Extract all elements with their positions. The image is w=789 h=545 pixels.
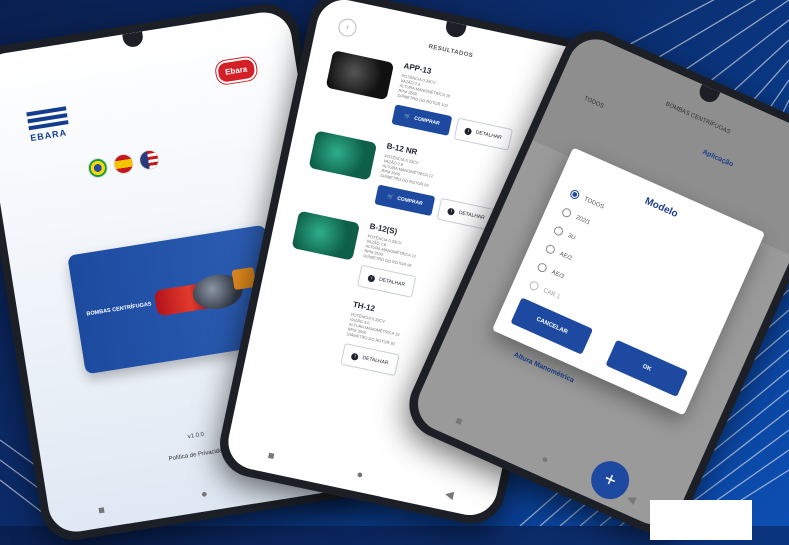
product-specs: POTÊNCIA 0.33CV VAZÃO 2.8 ALTURA MANOMÉTR… [362, 233, 417, 269]
model-option[interactable]: AE/3 [536, 261, 565, 282]
back-icon[interactable]: ◀ [625, 491, 638, 506]
product-image [325, 50, 395, 101]
recent-apps-icon[interactable]: ■ [97, 504, 105, 517]
ok-button[interactable]: OK [605, 339, 689, 397]
brazil-flag-icon[interactable] [86, 156, 110, 180]
product-specs: POTÊNCIA 0.33CV VAZÃO 2.8 ALTURA MANOMÉTR… [380, 153, 434, 188]
camera-notch [444, 21, 467, 40]
radio-selected-icon [568, 188, 581, 201]
spain-flag-icon[interactable] [112, 152, 135, 176]
buy-button[interactable]: 🛒 COMPRAR [391, 104, 453, 136]
buy-button[interactable]: 🛒 COMPRAR [374, 184, 436, 217]
info-icon: i [351, 352, 360, 361]
radio-icon [528, 279, 541, 292]
product-specs: POTÊNCIA 0.33CV VAZÃO 2.5 ALTURA MANOMÉTR… [397, 72, 451, 109]
back-icon[interactable]: ◀ [444, 487, 455, 501]
radio-icon [552, 225, 565, 237]
model-option[interactable]: 3U [552, 225, 577, 242]
radio-icon [560, 206, 573, 219]
detail-button[interactable]: i DETALHAR [356, 264, 417, 298]
home-icon[interactable]: ● [355, 468, 364, 481]
ebara-logo: EBARA [26, 106, 70, 143]
info-icon: i [464, 126, 473, 136]
model-option[interactable]: AE/2 [544, 243, 573, 263]
banner-title: BOMBAS CENTRÍFUGAS [86, 301, 152, 318]
product-name: TH-12 [352, 299, 376, 314]
brand-badge-logo: Ebara [214, 56, 258, 86]
cart-icon: 🛒 [386, 193, 394, 201]
product-image [308, 130, 378, 181]
cart-icon: 🛒 [403, 113, 411, 121]
info-icon: i [447, 207, 456, 216]
home-icon[interactable]: ● [539, 453, 550, 467]
info-icon: i [367, 273, 376, 283]
corner-white-card [650, 500, 752, 540]
product-image [291, 210, 361, 261]
home-icon[interactable]: ● [200, 488, 208, 501]
model-option[interactable]: CAR 1 [528, 279, 562, 302]
recent-apps-icon[interactable]: ■ [267, 450, 276, 463]
recent-apps-icon[interactable]: ■ [453, 415, 464, 429]
radio-icon [544, 243, 557, 256]
radio-icon [536, 261, 549, 274]
detail-button[interactable]: i DETALHAR [453, 117, 513, 151]
camera-notch [122, 31, 145, 49]
model-option[interactable]: 202/1 [560, 206, 592, 227]
language-selector [86, 148, 161, 180]
cancel-button[interactable]: CANCELAR [510, 297, 594, 355]
product-specs: POTÊNCIA 0.33CV VAZÃO 3.0 ALTURA MANOMÉTR… [346, 311, 401, 347]
model-option[interactable]: TODOS [568, 188, 606, 212]
usa-flag-icon[interactable] [137, 148, 161, 172]
detail-button[interactable]: i DETALHAR [340, 342, 400, 377]
